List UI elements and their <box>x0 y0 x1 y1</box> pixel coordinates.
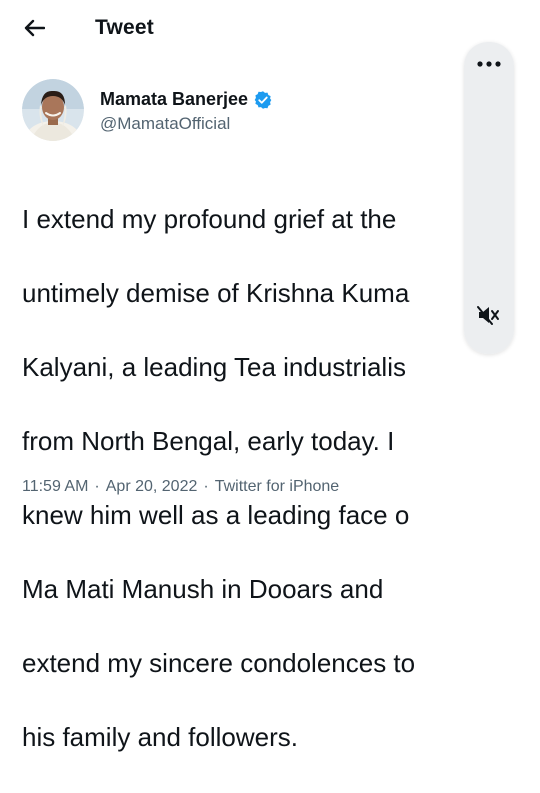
display-name-row: Mamata Banerjee <box>100 87 273 113</box>
tweet-line: Kalyani, a leading Tea industrialis <box>22 352 406 382</box>
tweet-line: extend my sincere condolences to <box>22 648 416 678</box>
page-title: Tweet <box>95 16 154 39</box>
arrow-left-icon <box>24 19 45 37</box>
tweet-line: I extend my profound grief at the <box>22 204 397 234</box>
more-vertical-icon <box>477 61 501 67</box>
tweet-author: Mamata Banerjee @MamataOfficial <box>22 78 273 142</box>
tweet-date[interactable]: Apr 20, 2022 <box>106 478 198 496</box>
avatar[interactable] <box>22 79 84 141</box>
header-bar: Tweet <box>0 0 540 58</box>
tweet-metadata: 11:59 AM · Apr 20, 2022 · Twitter for iP… <box>22 478 339 496</box>
tweet-source[interactable]: Twitter for iPhone <box>215 478 340 496</box>
tweet-line: knew him well as a leading face o <box>22 500 410 530</box>
mute-button[interactable] <box>464 297 514 333</box>
back-button[interactable] <box>20 14 48 42</box>
meta-separator: · <box>94 478 100 495</box>
tweet-time[interactable]: 11:59 AM <box>22 478 88 496</box>
more-button[interactable] <box>464 50 514 78</box>
meta-separator: · <box>203 478 209 495</box>
tweet-line: from North Bengal, early today. I <box>22 426 395 456</box>
author-names: Mamata Banerjee @MamataOfficial <box>100 87 273 134</box>
tweet-line: his family and followers. <box>22 722 298 752</box>
side-volume-panel <box>464 42 514 354</box>
tweet-line: Ma Mati Manush in Dooars and <box>22 574 384 604</box>
user-handle[interactable]: @MamataOfficial <box>100 114 273 134</box>
profile-photo-icon <box>22 79 84 141</box>
verified-badge-icon <box>253 90 273 110</box>
tweet-line: untimely demise of Krishna Kuma <box>22 278 410 308</box>
speaker-muted-icon <box>477 306 499 325</box>
display-name[interactable]: Mamata Banerjee <box>100 89 248 110</box>
